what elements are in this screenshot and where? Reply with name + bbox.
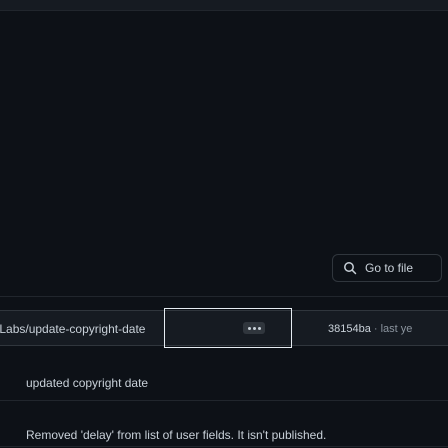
commit-meta: 38154ba · last ye (328, 319, 412, 339)
dot (252, 326, 256, 330)
go-to-file-button[interactable]: Go to file (332, 254, 442, 282)
commit-age: · last ye (370, 323, 413, 335)
divider (0, 446, 448, 447)
branch-path-wrapper: toddLabs/update-copyright-date (0, 319, 240, 339)
branch-path-link[interactable]: toddLabs/update-copyright-date (0, 319, 145, 339)
divider (0, 400, 448, 401)
commit-sha-link[interactable]: 38154ba (328, 323, 371, 335)
page: Go to file toddLabs/update-copyright-dat… (0, 0, 448, 448)
dot (247, 326, 251, 330)
commit-title: updated copyright date (26, 376, 149, 390)
ellipsis-icon[interactable] (243, 322, 265, 334)
divider (0, 296, 448, 297)
go-to-file-label: Go to file (365, 261, 414, 275)
dot (257, 326, 261, 330)
latest-commit-bar: toddLabs/update-copyright-date 38154ba ·… (0, 310, 448, 346)
search-icon (343, 261, 357, 275)
commit-description: Removed 'delay' from list of user fields… (26, 428, 327, 442)
top-header-strip (0, 0, 448, 11)
